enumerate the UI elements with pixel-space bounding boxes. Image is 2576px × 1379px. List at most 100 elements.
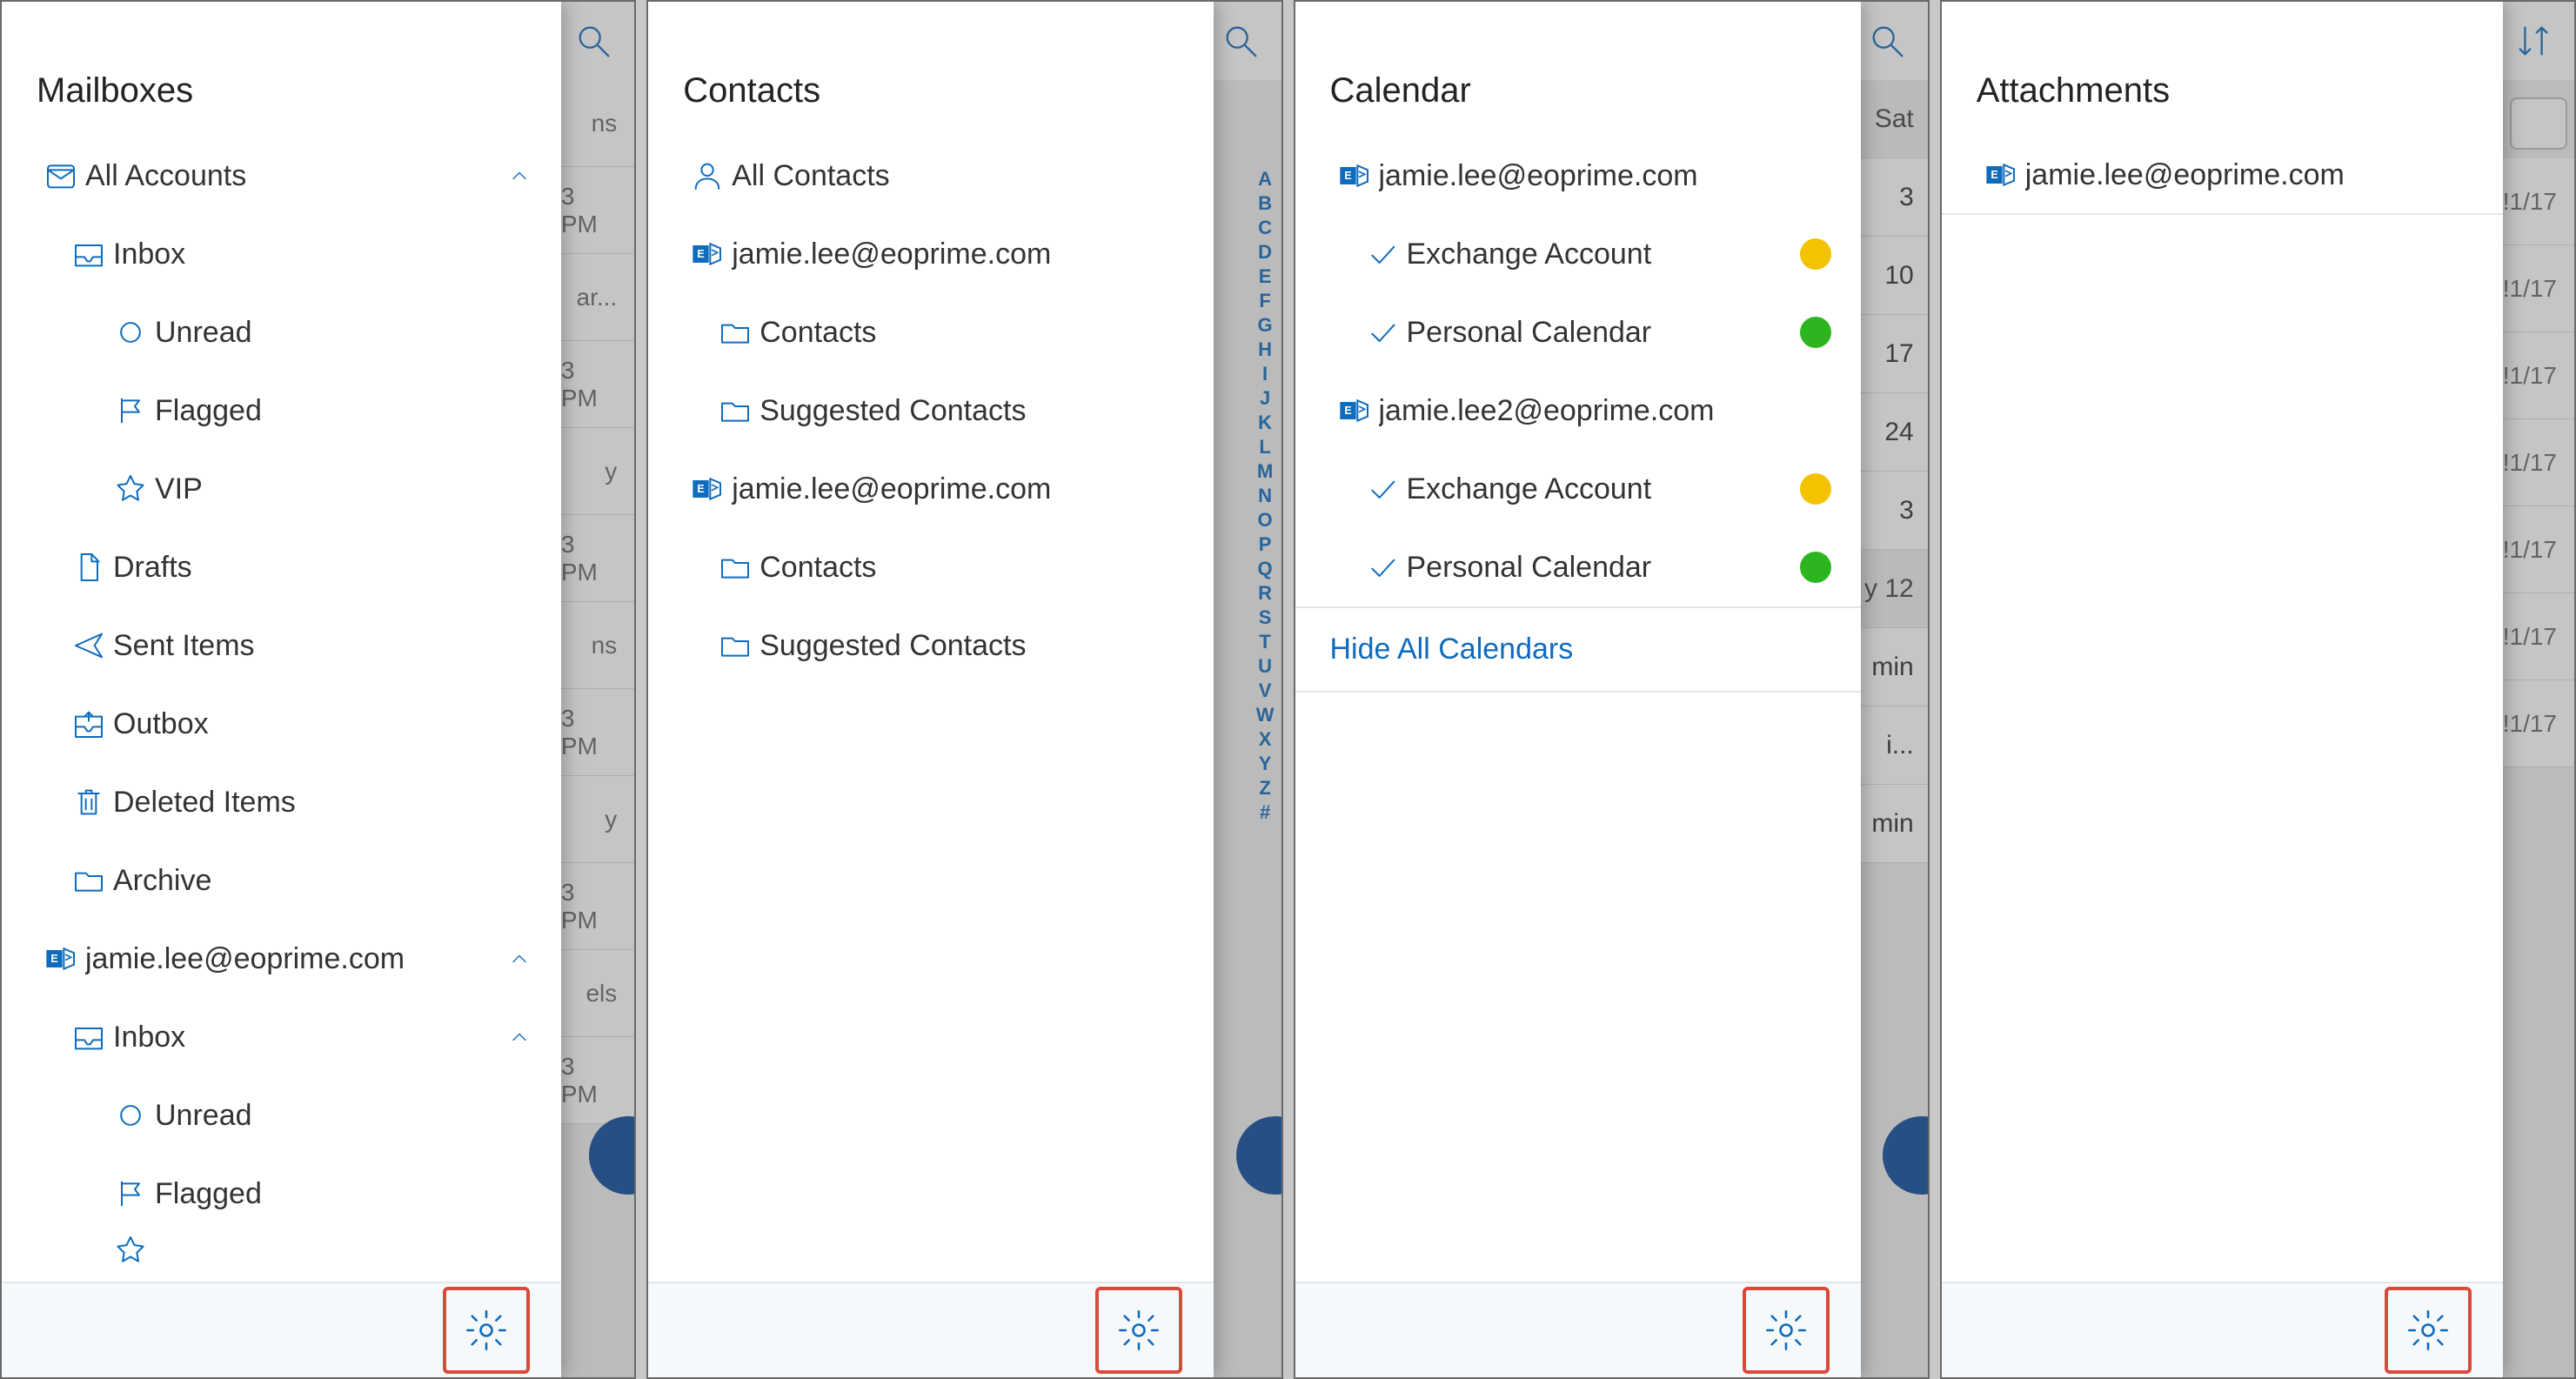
cal-exchange1-row[interactable]: Exchange Account (1295, 215, 1861, 293)
suggested1-row[interactable]: Suggested Contacts (648, 372, 1214, 450)
calendar-footer (1295, 1282, 1861, 1377)
contacts-folder1-label: Contacts (759, 316, 1184, 350)
archive-row[interactable]: Archive (2, 841, 561, 920)
attachments-title: Attachments (1942, 19, 2503, 137)
calendar-color-dot (1800, 552, 1831, 583)
outbox-label: Outbox (113, 707, 532, 741)
cal-account2-label: jamie.lee2@eoprime.com (1379, 394, 1831, 428)
vip2-row-partial[interactable] (2, 1233, 561, 1276)
all-accounts-row[interactable]: All Accounts (2, 137, 561, 215)
inbox2-label: Inbox (113, 1021, 507, 1054)
cal-personal2-label: Personal Calendar (1407, 551, 1800, 585)
cal-account1-row[interactable]: E jamie.lee@eoprime.com (1295, 137, 1861, 215)
svg-text:E: E (698, 483, 705, 495)
exchange-icon: E (683, 472, 732, 506)
settings-button[interactable] (1743, 1287, 1830, 1374)
att-account-label: jamie.lee@eoprime.com (2025, 158, 2473, 192)
unread-row[interactable]: Unread (2, 293, 561, 372)
cal-account2-row[interactable]: E jamie.lee2@eoprime.com (1295, 372, 1861, 450)
hide-all-calendars-link[interactable]: Hide All Calendars (1295, 606, 1861, 693)
unread-label: Unread (155, 316, 532, 350)
cal-personal2-row[interactable]: Personal Calendar (1295, 528, 1861, 606)
sent-row[interactable]: Sent Items (2, 606, 561, 685)
contacts-folder2-label: Contacts (759, 551, 1184, 585)
mail-footer (2, 1282, 561, 1377)
calendar-title: Calendar (1295, 19, 1861, 137)
check-icon (1358, 237, 1407, 271)
svg-text:E: E (1344, 405, 1351, 417)
contacts-account2-label: jamie.lee@eoprime.com (732, 472, 1184, 506)
star-icon (106, 1233, 155, 1268)
folder-icon (711, 550, 759, 585)
flag-icon (106, 1176, 155, 1211)
gear-icon (464, 1308, 509, 1353)
contacts-account2-row[interactable]: E jamie.lee@eoprime.com (648, 450, 1214, 528)
contacts-account1-row[interactable]: E jamie.lee@eoprime.com (648, 215, 1214, 293)
circle-icon (106, 1098, 155, 1133)
all-contacts-label: All Contacts (732, 159, 1184, 193)
flagged2-row[interactable]: Flagged (2, 1155, 561, 1233)
gear-icon (1116, 1308, 1161, 1353)
check-icon (1358, 315, 1407, 350)
cal-personal1-label: Personal Calendar (1407, 316, 1800, 350)
suggested1-label: Suggested Contacts (759, 394, 1184, 428)
drafts-label: Drafts (113, 551, 532, 585)
circle-icon (106, 315, 155, 350)
contacts-title: Contacts (648, 19, 1214, 137)
account-row[interactable]: E jamie.lee@eoprime.com (2, 920, 561, 998)
mailboxes-card: Mailboxes All Accounts Inbox Unread Flag… (0, 0, 636, 1379)
attachments-sidebar: Attachments E jamie.lee@eoprime.com (1942, 2, 2503, 1377)
settings-button[interactable] (443, 1287, 530, 1374)
flag-icon (106, 393, 155, 428)
calendar-sidebar: Calendar E jamie.lee@eoprime.com Exchang… (1295, 2, 1861, 1377)
contacts-sidebar: Contacts All Contacts E jamie.lee@eoprim… (648, 2, 1214, 1377)
settings-button[interactable] (1095, 1287, 1182, 1374)
send-icon (64, 628, 113, 663)
check-icon (1358, 472, 1407, 506)
outbox-icon (64, 706, 113, 741)
inbox-row[interactable]: Inbox (2, 215, 561, 293)
archive-label: Archive (113, 864, 532, 898)
contacts-backdrop: ABCDEFGHIJKLMNOPQRSTUVWXYZ# (1214, 2, 1281, 1377)
mailbox-icon (37, 158, 85, 193)
attachments-card: Attachments E jamie.lee@eoprime.com !1/1… (1940, 0, 2576, 1379)
star-icon (106, 472, 155, 506)
suggested2-label: Suggested Contacts (759, 629, 1184, 663)
attachments-backdrop: !1/17 !1/17 !1/17 !1/17 !1/17 !1/17 !1/1… (2503, 2, 2574, 1377)
gear-icon (1763, 1308, 1809, 1353)
sent-label: Sent Items (113, 629, 532, 663)
page-icon (64, 550, 113, 585)
exchange-icon: E (683, 237, 732, 271)
all-contacts-row[interactable]: All Contacts (648, 137, 1214, 215)
folder-icon (711, 628, 759, 663)
outbox-row[interactable]: Outbox (2, 685, 561, 763)
inbox2-row[interactable]: Inbox (2, 998, 561, 1076)
suggested2-row[interactable]: Suggested Contacts (648, 606, 1214, 685)
contacts-account1-label: jamie.lee@eoprime.com (732, 238, 1184, 271)
contacts-folder2-row[interactable]: Contacts (648, 528, 1214, 606)
cal-personal1-row[interactable]: Personal Calendar (1295, 293, 1861, 372)
folder-icon (711, 393, 759, 428)
settings-button[interactable] (2385, 1287, 2472, 1374)
contacts-card: Contacts All Contacts E jamie.lee@eoprim… (646, 0, 1282, 1379)
vip-label: VIP (155, 472, 532, 506)
deleted-row[interactable]: Deleted Items (2, 763, 561, 841)
vip-row[interactable]: VIP (2, 450, 561, 528)
cal-exchange2-label: Exchange Account (1407, 472, 1800, 506)
contacts-footer (648, 1282, 1214, 1377)
account-label: jamie.lee@eoprime.com (85, 942, 507, 976)
calendar-card: Calendar E jamie.lee@eoprime.com Exchang… (1294, 0, 1930, 1379)
unread2-row[interactable]: Unread (2, 1076, 561, 1155)
svg-text:E: E (698, 248, 705, 260)
person-icon (683, 158, 732, 193)
folder-icon (711, 315, 759, 350)
att-account-row[interactable]: E jamie.lee@eoprime.com (1942, 137, 2503, 215)
flagged-row[interactable]: Flagged (2, 372, 561, 450)
svg-text:E: E (50, 953, 57, 965)
cal-exchange2-row[interactable]: Exchange Account (1295, 450, 1861, 528)
attachments-footer (1942, 1282, 2503, 1377)
drafts-row[interactable]: Drafts (2, 528, 561, 606)
contacts-folder1-row[interactable]: Contacts (648, 293, 1214, 372)
calendar-backdrop: Sat 3 10 17 24 3 y 12 min i... min (1861, 2, 1928, 1377)
calendar-color-dot (1800, 473, 1831, 505)
